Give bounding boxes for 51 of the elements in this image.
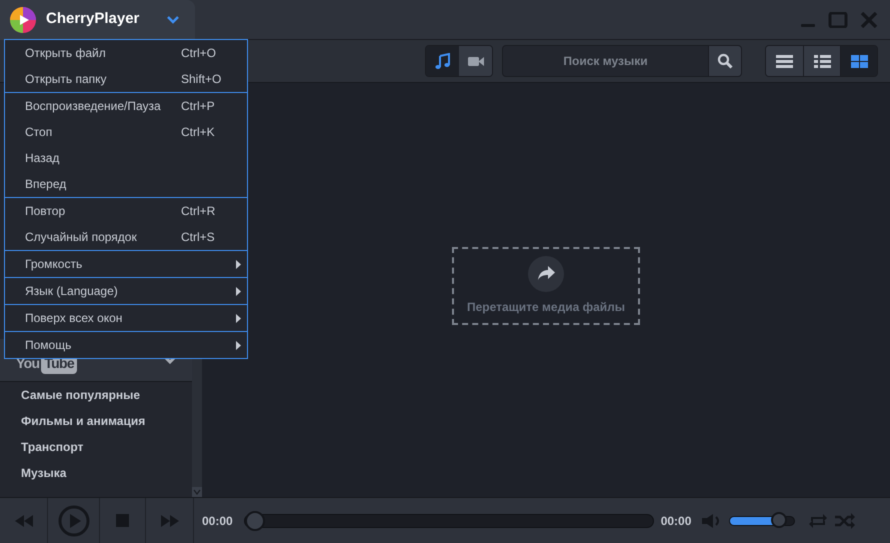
menu-item[interactable]: Вперед	[5, 171, 247, 197]
volume-handle[interactable]	[771, 512, 788, 528]
video-tab[interactable]	[459, 46, 492, 76]
menu-item[interactable]: Помощь	[5, 332, 247, 358]
menu-item[interactable]: Язык (Language)	[5, 278, 247, 304]
search-button[interactable]	[709, 45, 742, 77]
rows-view-button[interactable]	[766, 46, 803, 76]
search-field[interactable]: Поиск музыки	[502, 45, 709, 77]
total-time: 00:00	[660, 512, 692, 530]
maximize-button[interactable]	[828, 12, 848, 28]
chevron-down-icon[interactable]	[167, 16, 180, 24]
fast-forward-icon	[160, 514, 180, 528]
menu-item[interactable]: Повтор Ctrl+R	[5, 198, 247, 224]
music-note-icon	[434, 52, 452, 70]
grid-view-icon	[850, 54, 868, 68]
grid-view-button[interactable]	[840, 46, 877, 76]
elapsed-time: 00:00	[202, 512, 233, 530]
submenu-arrow-icon	[236, 340, 241, 350]
list-view-button[interactable]	[803, 46, 840, 76]
music-tab[interactable]	[426, 46, 459, 76]
sidebar-item[interactable]: Транспорт	[21, 434, 192, 460]
sidebar-item[interactable]: Фильмы и анимация	[21, 408, 192, 434]
volume-icon[interactable]	[701, 512, 722, 528]
menu-item[interactable]: Случайный порядок Ctrl+S	[5, 224, 247, 250]
chevron-down-icon[interactable]	[164, 356, 176, 364]
seek-handle[interactable]	[244, 510, 265, 530]
submenu-arrow-icon	[236, 314, 241, 322]
sidebar-item[interactable]: Самые популярные	[21, 382, 192, 408]
shuffle-icon[interactable]	[834, 512, 856, 528]
stop-icon	[116, 514, 129, 527]
submenu-arrow-icon	[236, 286, 241, 296]
menu-item[interactable]: Открыть папку Shift+O	[5, 66, 247, 92]
app-logo-icon	[8, 4, 38, 34]
repeat-icon[interactable]	[808, 512, 828, 528]
list-view-icon	[814, 54, 830, 68]
menu-item[interactable]: Громкость	[5, 251, 247, 277]
menu-item[interactable]: Открыть файл Ctrl+O	[5, 40, 247, 66]
menu-item[interactable]: Поверх всех окон	[5, 305, 247, 331]
rewind-icon	[14, 514, 34, 528]
search-icon	[717, 53, 733, 69]
submenu-arrow-icon	[236, 260, 241, 268]
rows-view-icon	[776, 54, 793, 68]
menu-item[interactable]: Стоп Ctrl+K	[5, 119, 247, 145]
app-title: CherryPlayer	[46, 9, 140, 30]
sidebar-item[interactable]: Музыка	[21, 460, 192, 486]
menu-item[interactable]: Назад	[5, 145, 247, 171]
close-button[interactable]	[860, 12, 878, 28]
drop-hint: Перетащите медиа файлы	[466, 299, 626, 316]
menu-item[interactable]: Воспроизведение/Пауза Ctrl+P	[5, 93, 247, 119]
play-icon	[58, 504, 90, 536]
scroll-down-icon[interactable]	[192, 487, 202, 497]
